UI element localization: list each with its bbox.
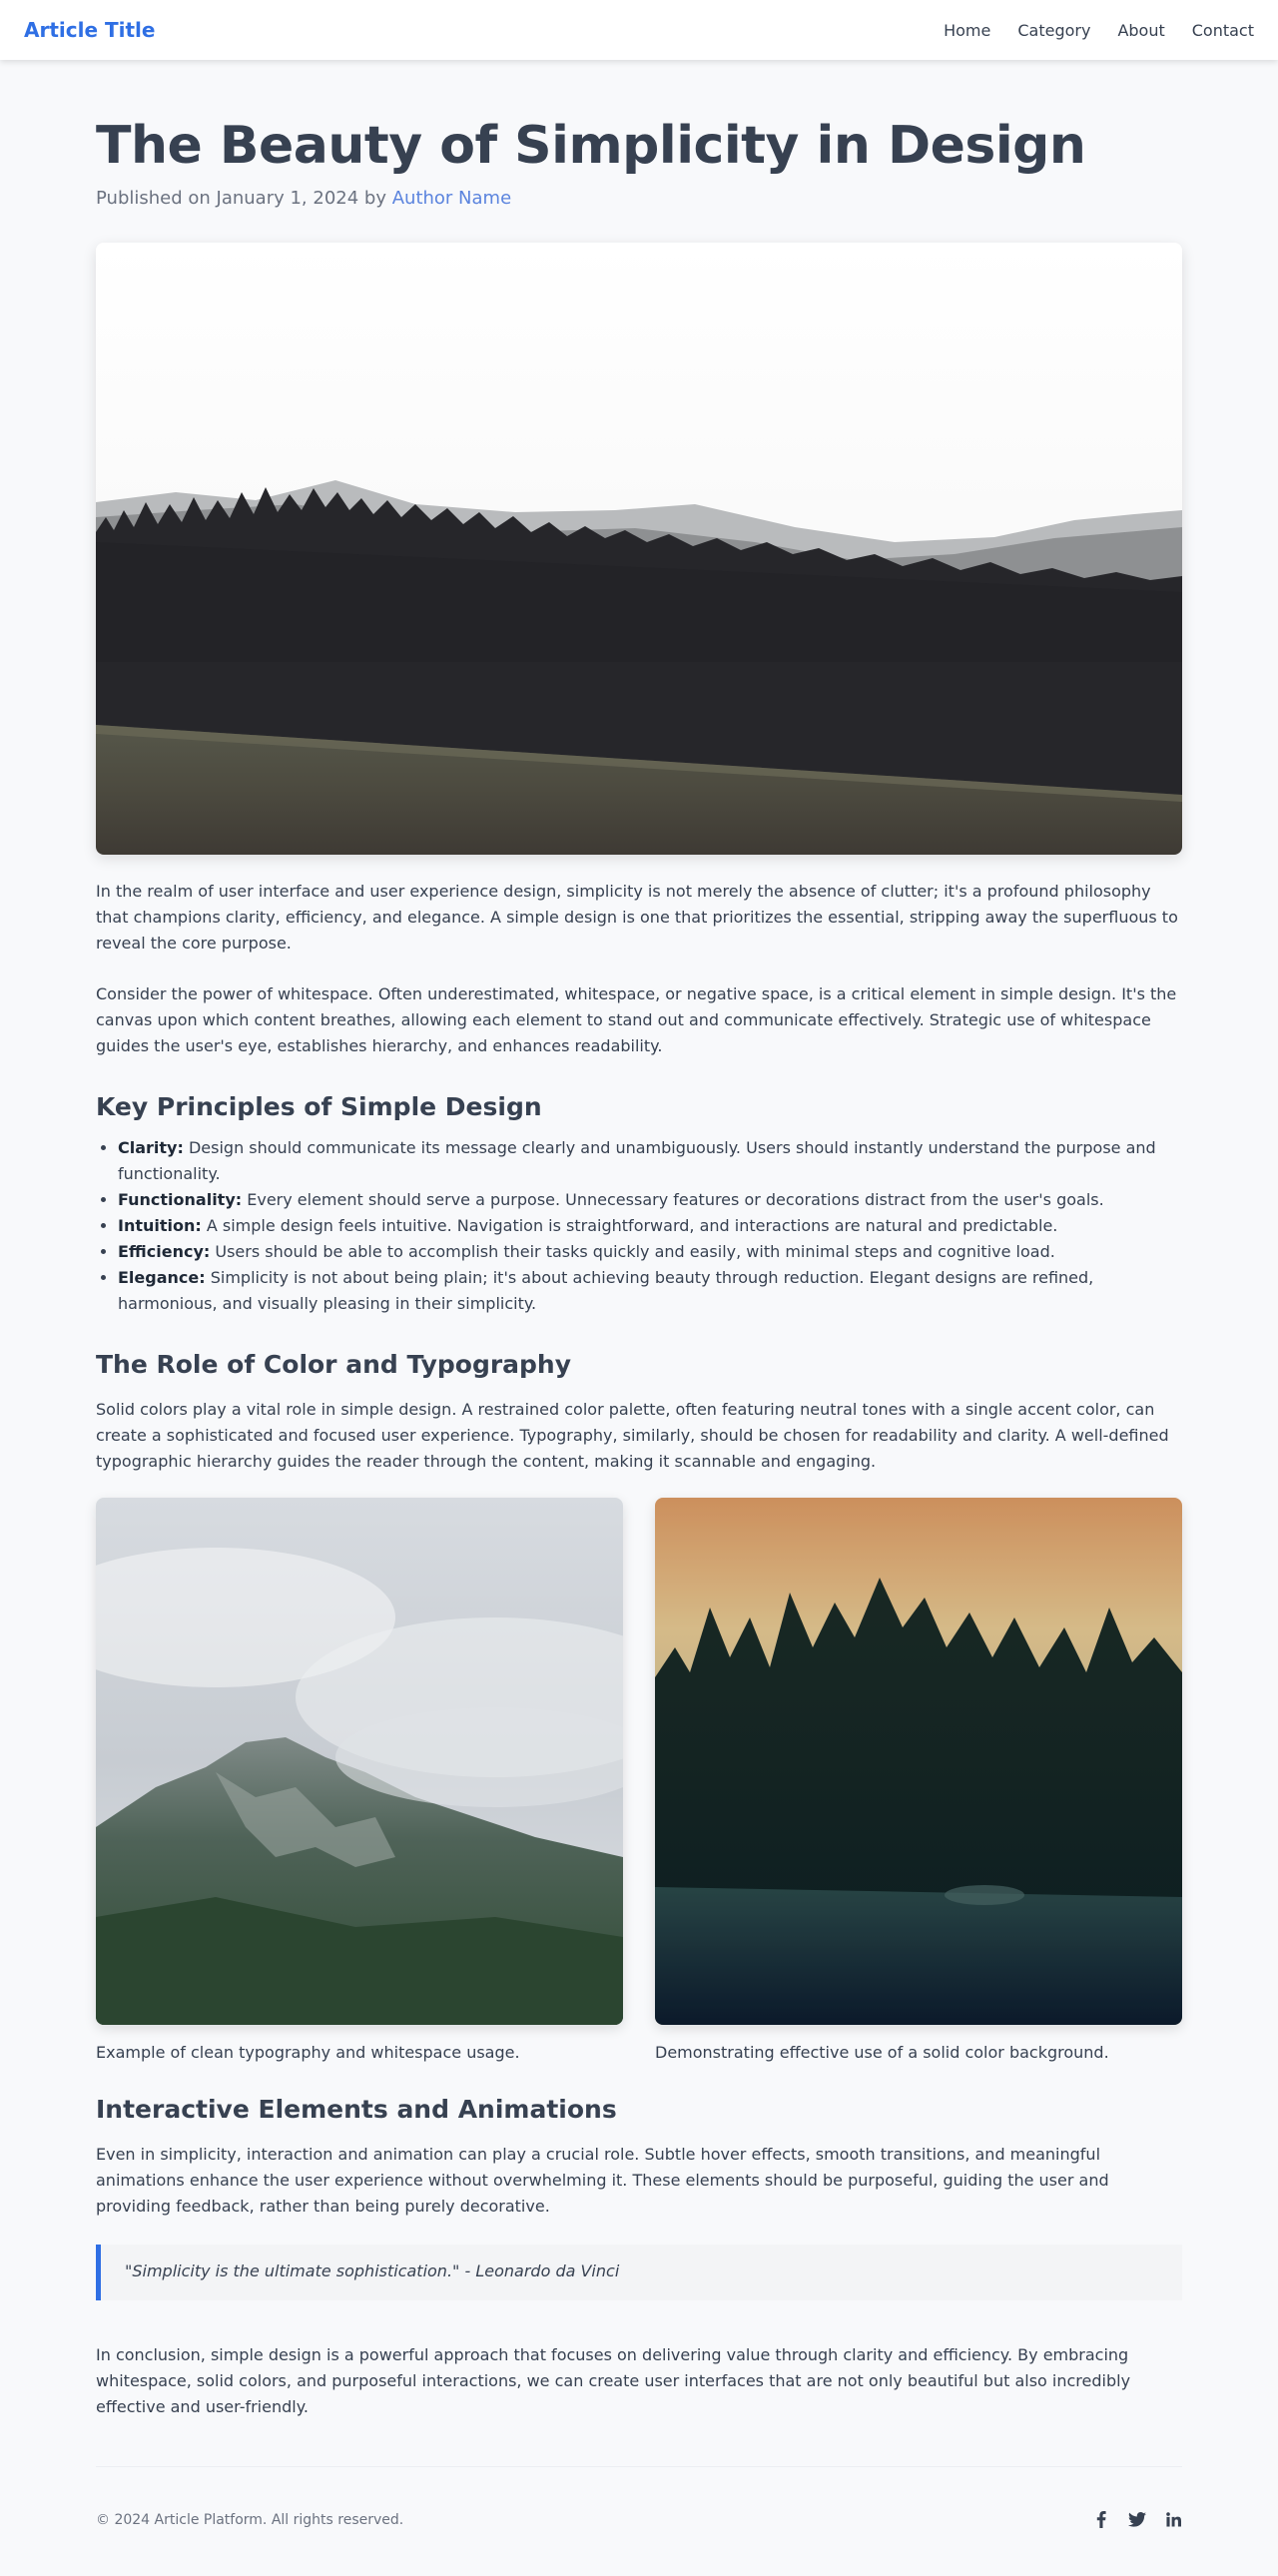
principle-term: Clarity:: [118, 1138, 184, 1158]
hero-image: [96, 243, 1182, 856]
brand-link[interactable]: Article Title: [24, 18, 155, 42]
section-heading-interactive: Interactive Elements and Animations: [96, 2095, 617, 2125]
principle-text: A simple design feels intuitive. Navigat…: [201, 1216, 1058, 1236]
principle-term: Efficiency:: [118, 1242, 211, 1262]
forest-hillside-image: [96, 243, 1182, 856]
section-heading-principles: Key Principles of Simple Design: [96, 1092, 542, 1122]
principle-term: Elegance:: [118, 1268, 206, 1288]
facebook-icon[interactable]: [1092, 2511, 1110, 2529]
nav-about[interactable]: About: [1117, 21, 1164, 40]
article-meta: Published on January 1, 2024 by Author N…: [96, 188, 1182, 209]
principle-text: Every element should serve a purpose. Un…: [242, 1190, 1104, 1210]
nav-contact[interactable]: Contact: [1192, 21, 1254, 40]
conclusion-paragraph: In conclusion, simple design is a powerf…: [96, 2345, 1131, 2417]
interactive-paragraph: Even in simplicity, interaction and anim…: [96, 2145, 1109, 2217]
gallery-caption: Demonstrating effective use of a solid c…: [655, 2043, 1109, 2063]
sunset-forest-image: [655, 1498, 1182, 2026]
article: The Beauty of Simplicity in Design Publi…: [96, 60, 1182, 2420]
list-item: Intuition: A simple design feels intuiti…: [118, 1213, 1182, 1239]
forest-photo: [655, 1498, 1182, 2026]
quote-block: "Simplicity is the ultimate sophisticati…: [96, 2245, 1182, 2301]
principle-text: Users should be able to accomplish their…: [210, 1242, 1055, 1262]
publish-date: Published on January 1, 2024 by: [96, 188, 392, 210]
gallery-figure-mountain: Example of clean typography and whitespa…: [96, 1498, 623, 2062]
linkedin-icon[interactable]: [1164, 2511, 1182, 2529]
list-item: Functionality: Every element should serv…: [118, 1187, 1182, 1213]
gallery-figure-forest: Demonstrating effective use of a solid c…: [655, 1498, 1182, 2062]
social-links: [1092, 2511, 1182, 2529]
article-title: The Beauty of Simplicity in Design: [96, 116, 1086, 176]
list-item: Efficiency: Users should be able to acco…: [118, 1239, 1182, 1265]
principle-term: Intuition:: [118, 1216, 202, 1236]
nav-home[interactable]: Home: [944, 21, 990, 40]
principle-text: Simplicity is not about being plain; it'…: [118, 1268, 1094, 1314]
author-link[interactable]: Author Name: [392, 188, 511, 209]
principles-list: Clarity: Design should communicate its m…: [96, 1135, 1182, 1317]
misty-mountain-image: [96, 1498, 623, 2026]
list-item: Elegance: Simplicity is not about being …: [118, 1265, 1182, 1317]
section-heading-color-typography: The Role of Color and Typography: [96, 1350, 572, 1380]
nav-category[interactable]: Category: [1017, 21, 1090, 40]
color-typography-paragraph: Solid colors play a vital role in simple…: [96, 1400, 1169, 1472]
whitespace-paragraph: Consider the power of whitespace. Often …: [96, 984, 1177, 1056]
list-item: Clarity: Design should communicate its m…: [118, 1135, 1182, 1187]
principle-text: Design should communicate its message cl…: [118, 1138, 1156, 1184]
intro-paragraph: In the realm of user interface and user …: [96, 882, 1178, 954]
gallery-caption: Example of clean typography and whitespa…: [96, 2043, 520, 2063]
site-header: Article Title Home Category About Contac…: [0, 0, 1278, 60]
mountain-photo: [96, 1498, 623, 2026]
site-footer: © 2024 Article Platform. All rights rese…: [96, 2466, 1182, 2576]
copyright-text: © 2024 Article Platform. All rights rese…: [96, 2511, 404, 2528]
main-nav: Home Category About Contact: [917, 21, 1254, 40]
twitter-icon[interactable]: [1128, 2511, 1146, 2529]
principle-term: Functionality:: [118, 1190, 243, 1210]
image-gallery: Example of clean typography and whitespa…: [96, 1498, 1182, 2062]
